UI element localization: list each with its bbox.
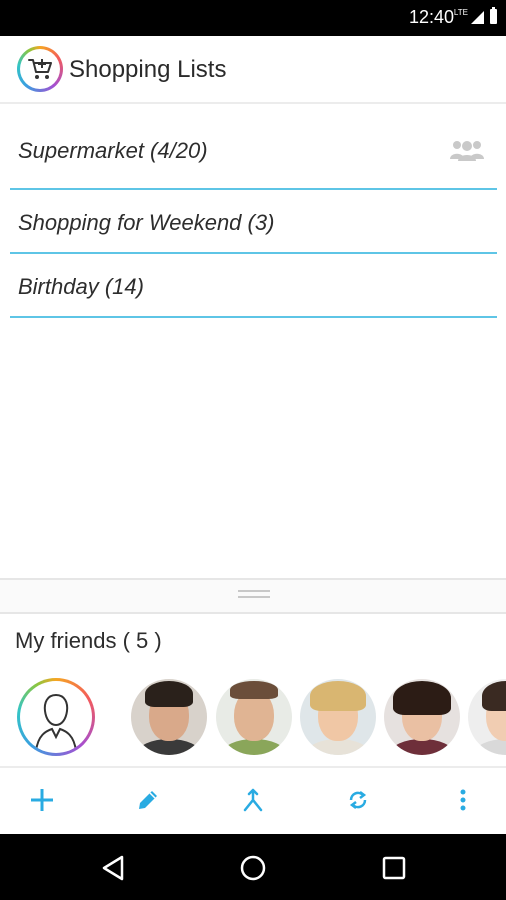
friend-avatar[interactable]	[468, 679, 506, 755]
edit-button[interactable]	[128, 780, 168, 820]
page-title: Shopping Lists	[69, 56, 227, 83]
my-profile-avatar[interactable]	[17, 678, 95, 756]
sync-button[interactable]	[338, 780, 378, 820]
friend-avatar[interactable]	[131, 679, 207, 755]
friend-avatar[interactable]	[384, 679, 460, 755]
edit-icon	[139, 791, 157, 809]
app-logo[interactable]	[17, 46, 63, 92]
home-button[interactable]	[237, 852, 269, 884]
network-type: LTE	[453, 8, 468, 17]
more-vertical-icon	[460, 789, 466, 811]
panel-divider[interactable]	[0, 578, 506, 614]
merge-icon	[243, 788, 263, 812]
list-item[interactable]: Birthday (14)	[10, 254, 497, 318]
shopping-lists: Supermarket (4/20) Shopping for Weekend …	[10, 118, 497, 318]
friend-avatar[interactable]	[216, 679, 292, 755]
list-item-label: Supermarket (4/20)	[18, 138, 208, 163]
list-item[interactable]: Shopping for Weekend (3)	[10, 190, 497, 254]
recents-icon	[382, 856, 406, 880]
app-bar: Shopping Lists	[0, 36, 506, 104]
system-navigation-bar	[0, 834, 506, 900]
group-icon	[449, 139, 485, 168]
add-icon	[31, 789, 53, 811]
bottom-toolbar	[0, 766, 506, 834]
add-button[interactable]	[22, 780, 62, 820]
back-icon	[102, 855, 124, 881]
status-bar: 12:40 LTE	[0, 0, 506, 36]
home-icon	[240, 855, 266, 881]
more-button[interactable]	[443, 780, 483, 820]
merge-button[interactable]	[233, 780, 273, 820]
list-item-label: Birthday (14)	[18, 274, 144, 299]
friends-list	[0, 676, 506, 758]
battery-icon	[490, 7, 497, 24]
cart-icon	[28, 59, 52, 79]
friends-title: My friends ( 5 )	[15, 628, 162, 653]
status-time: 12:40	[408, 7, 454, 27]
sync-icon	[349, 791, 367, 809]
back-button[interactable]	[98, 852, 130, 884]
recents-button[interactable]	[378, 852, 410, 884]
list-item-label: Shopping for Weekend (3)	[18, 210, 275, 235]
signal-icon	[471, 11, 484, 24]
person-icon	[35, 693, 77, 752]
drag-handle-icon[interactable]	[238, 590, 270, 600]
friend-avatar[interactable]	[300, 679, 376, 755]
list-item[interactable]: Supermarket (4/20)	[10, 118, 497, 190]
